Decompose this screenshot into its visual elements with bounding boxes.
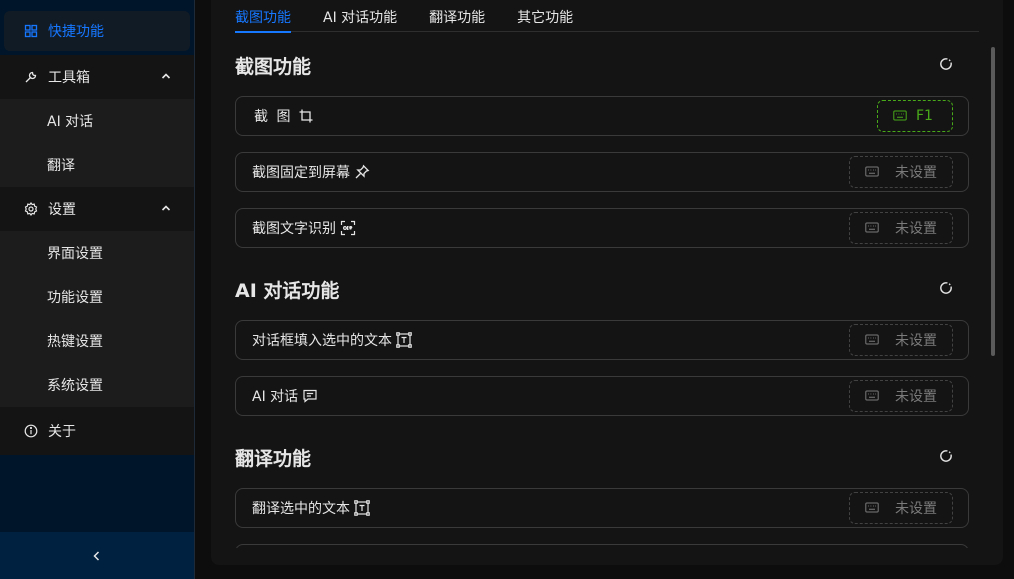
collapse-sidebar-button[interactable] <box>0 532 194 579</box>
hotkey-value: 未设置 <box>895 333 937 349</box>
hotkey-row-partial <box>235 544 969 548</box>
sidebar-item-label: AI 对话 <box>47 114 94 130</box>
sidebar-item-ai-chat[interactable]: AI 对话 <box>0 99 194 143</box>
hotkey-row-translate-selected: 翻译选中的文本 未设置 <box>235 488 969 528</box>
keyboard-icon <box>893 110 907 122</box>
hotkey-row-screenshot: 截 图 F1 <box>235 96 969 136</box>
tab-other[interactable]: 其它功能 <box>517 0 573 32</box>
sidebar-item-label: 翻译 <box>47 158 75 174</box>
section-title: 翻译功能 <box>235 448 312 470</box>
hotkey-input-pin-screenshot[interactable]: 未设置 <box>849 156 953 188</box>
hotkey-value: F1 <box>916 108 933 124</box>
hotkey-input-ocr[interactable]: 未设置 <box>849 212 953 244</box>
row-label: 截图文字识别 <box>252 221 336 237</box>
sidebar-menu: 快捷功能 工具箱 AI 对话 翻译 设置 界面设置 功能设置 热键设置 系统设置… <box>0 0 194 455</box>
sidebar-item-label: 关于 <box>48 424 76 440</box>
tool-icon <box>24 70 38 84</box>
tab-translate[interactable]: 翻译功能 <box>429 0 485 32</box>
chevron-up-icon <box>161 205 171 211</box>
sidebar-item-feature-settings[interactable]: 功能设置 <box>0 275 194 319</box>
row-label: AI 对话 <box>252 389 299 405</box>
chevron-up-icon <box>161 73 171 79</box>
ocr-icon <box>340 220 356 236</box>
sidebar-group-toolbox: 工具箱 AI 对话 翻译 设置 界面设置 功能设置 热键设置 系统设置 关于 <box>0 55 194 455</box>
hotkey-value: 未设置 <box>895 165 937 181</box>
sidebar-item-hotkey-settings[interactable]: 热键设置 <box>0 319 194 363</box>
row-label: 截 图 <box>254 109 293 125</box>
toolbox-submenu: AI 对话 翻译 <box>0 99 194 187</box>
row-label: 截图固定到屏幕 <box>252 165 350 181</box>
row-label: 对话框填入选中的文本 <box>252 333 392 349</box>
hotkey-value: 未设置 <box>895 221 937 237</box>
reset-icon[interactable] <box>938 280 954 296</box>
hotkey-input-ai-chat[interactable]: 未设置 <box>849 380 953 412</box>
scrollbar[interactable] <box>991 47 995 548</box>
keyboard-icon <box>865 334 879 346</box>
chat-icon <box>302 388 318 404</box>
scrollbar-thumb[interactable] <box>991 47 995 356</box>
sidebar: 快捷功能 工具箱 AI 对话 翻译 设置 界面设置 功能设置 热键设置 系统设置… <box>0 0 195 579</box>
hotkey-row-fill-selected: 对话框填入选中的文本 未设置 <box>235 320 969 360</box>
text-select-icon <box>354 500 370 516</box>
hotkey-row-ai-chat: AI 对话 未设置 <box>235 376 969 416</box>
info-icon <box>24 424 38 438</box>
section-title: AI 对话功能 <box>235 280 340 302</box>
sidebar-item-label: 功能设置 <box>47 290 103 306</box>
sidebar-item-label: 热键设置 <box>47 334 103 350</box>
keyboard-icon <box>865 222 879 234</box>
sidebar-item-label: 快捷功能 <box>48 24 104 40</box>
hotkey-row-pin-screenshot: 截图固定到屏幕 未设置 <box>235 152 969 192</box>
hotkey-row-ocr: 截图文字识别 未设置 <box>235 208 969 248</box>
keyboard-icon <box>865 390 879 402</box>
sidebar-item-label: 界面设置 <box>47 246 103 262</box>
gear-icon <box>24 202 38 216</box>
reset-icon[interactable] <box>938 448 954 464</box>
hotkey-input-screenshot[interactable]: F1 <box>877 100 953 132</box>
reset-icon[interactable] <box>938 56 954 72</box>
settings-submenu: 界面设置 功能设置 热键设置 系统设置 <box>0 231 194 407</box>
row-label: 翻译选中的文本 <box>252 501 350 517</box>
text-select-icon <box>396 332 412 348</box>
hotkey-input-translate-selected[interactable]: 未设置 <box>849 492 953 524</box>
hotkey-list[interactable]: 截图功能 截 图 F1 截图固定到屏幕 未设置 截图文字识别 未设置 AI 对话… <box>235 46 969 548</box>
keyboard-icon <box>865 166 879 178</box>
sidebar-item-label: 设置 <box>48 202 76 218</box>
chevron-left-icon <box>93 550 100 561</box>
hotkey-value: 未设置 <box>895 389 937 405</box>
hotkey-value: 未设置 <box>895 501 937 517</box>
tab-bar: 截图功能 AI 对话功能 翻译功能 其它功能 <box>235 0 979 33</box>
sidebar-item-translate[interactable]: 翻译 <box>0 143 194 187</box>
sidebar-item-shortcuts[interactable]: 快捷功能 <box>4 11 190 51</box>
sidebar-item-ui-settings[interactable]: 界面设置 <box>0 231 194 275</box>
sidebar-item-about[interactable]: 关于 <box>0 407 194 455</box>
section-title: 截图功能 <box>235 56 312 78</box>
sidebar-item-label: 工具箱 <box>48 70 90 86</box>
sidebar-item-toolbox[interactable]: 工具箱 <box>0 55 194 99</box>
tab-ai-chat[interactable]: AI 对话功能 <box>323 0 397 32</box>
sidebar-item-system-settings[interactable]: 系统设置 <box>0 363 194 407</box>
tab-screenshot[interactable]: 截图功能 <box>235 0 291 33</box>
keyboard-icon <box>865 502 879 514</box>
crop-icon <box>298 108 314 124</box>
grid-icon <box>24 24 38 38</box>
pin-icon <box>354 164 370 180</box>
sidebar-item-label: 系统设置 <box>47 378 103 394</box>
sidebar-item-settings[interactable]: 设置 <box>0 187 194 231</box>
hotkey-input-fill-selected[interactable]: 未设置 <box>849 324 953 356</box>
